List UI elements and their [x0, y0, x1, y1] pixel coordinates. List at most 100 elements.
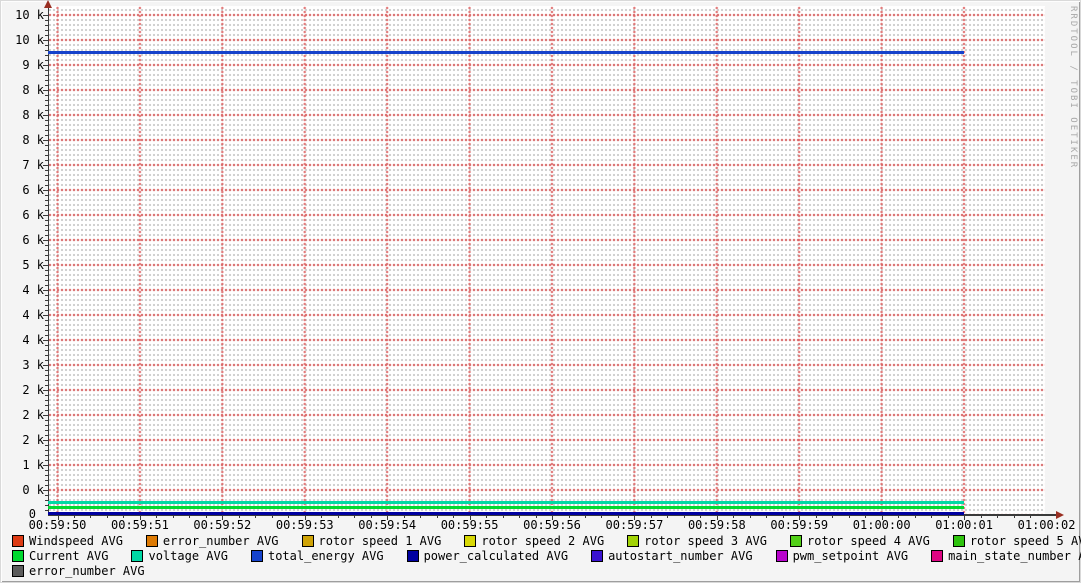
y-tick-mark — [43, 165, 48, 166]
y-tick-label: 2 k — [22, 408, 44, 422]
x-tick-mark — [799, 515, 801, 520]
x-tick-mark — [1030, 515, 1032, 518]
y-tick-mark — [43, 140, 48, 141]
legend-item: total_energy AVG — [250, 549, 384, 563]
y-tick-mark — [45, 235, 48, 236]
series-line-voltage-avg — [48, 501, 965, 504]
y-tick-mark — [45, 285, 48, 286]
rrdtool-graph: 10 k 10 k 9 k 8 k 8 k 8 k 7 k 6 k 6 k 6 k 5 k 4 k 4 … — [0, 0, 1081, 583]
x-tick-mark — [519, 515, 521, 518]
y-tick-mark — [43, 390, 48, 391]
x-tick-mark — [90, 515, 92, 518]
y-tick-label: 9 k — [22, 58, 44, 72]
legend-label: Windspeed AVG — [29, 534, 123, 548]
legend-swatch — [301, 535, 314, 547]
legend-label: power_calculated AVG — [423, 549, 569, 563]
legend-label: Current AVG — [29, 549, 109, 563]
x-tick-mark — [898, 515, 900, 518]
x-tick-mark — [848, 515, 850, 518]
x-tick-label: 00:59:55 — [440, 518, 499, 532]
y-tick-mark — [45, 410, 48, 411]
y-tick-mark — [43, 415, 48, 416]
y-tick-mark — [45, 30, 48, 31]
y-tick-mark — [43, 340, 48, 341]
y-tick-mark — [45, 70, 48, 71]
y-tick-mark — [45, 160, 48, 161]
y-tick-mark — [45, 450, 48, 451]
y-tick-mark — [45, 460, 48, 461]
x-tick-mark — [486, 515, 488, 518]
legend-swatch — [775, 550, 788, 562]
y-tick-mark — [43, 215, 48, 216]
legend-label: autostart_number AVG — [608, 549, 753, 563]
legend-swatch — [627, 535, 640, 547]
y-tick-mark — [45, 295, 48, 296]
y-tick-label: 4 k — [22, 333, 44, 347]
x-tick-mark — [189, 515, 191, 518]
legend-swatch — [145, 535, 158, 547]
x-tick-mark — [568, 515, 570, 518]
y-tick-mark — [45, 260, 48, 261]
legend-item: pwm_setpoint AVG — [775, 549, 908, 563]
y-tick-mark — [45, 370, 48, 371]
y-tick-mark — [45, 75, 48, 76]
x-tick-mark — [931, 515, 933, 518]
x-tick-mark — [980, 515, 982, 518]
x-tick-mark — [205, 515, 207, 518]
y-axis-arrow-icon — [44, 0, 52, 8]
y-tick-mark — [45, 195, 48, 196]
y-tick-mark — [45, 330, 48, 331]
y-tick-mark — [45, 145, 48, 146]
y-tick-mark — [45, 425, 48, 426]
x-tick-mark — [420, 515, 422, 518]
legend-swatch — [952, 535, 965, 547]
y-tick-mark — [45, 135, 48, 136]
x-tick-mark — [650, 515, 652, 518]
series-line-power_calculated-avg — [48, 511, 965, 515]
x-tick-mark — [865, 515, 867, 518]
y-tick-mark — [45, 485, 48, 486]
x-tick-mark — [552, 515, 554, 520]
y-tick-mark — [45, 350, 48, 351]
series-line-current-avg — [48, 506, 965, 509]
y-tick-label: 6 k — [22, 208, 44, 222]
y-tick-mark — [45, 125, 48, 126]
y-tick-mark — [45, 185, 48, 186]
y-tick-mark — [45, 310, 48, 311]
x-tick-mark — [222, 515, 224, 520]
y-tick-mark — [43, 490, 48, 491]
rrdtool-watermark: RRDTOOL / TOBI OETIKER — [1068, 6, 1078, 170]
y-tick-mark — [45, 335, 48, 336]
legend-row: Windspeed AVG error_number AVG rotor speed… — [12, 534, 1081, 548]
x-tick-mark — [57, 515, 59, 520]
x-tick-label: 00:59:58 — [687, 518, 746, 532]
y-tick-mark — [45, 495, 48, 496]
y-tick-mark — [45, 170, 48, 171]
x-tick-mark — [172, 515, 174, 518]
y-tick-mark — [45, 360, 48, 361]
y-tick-label: 1 k — [22, 458, 44, 472]
y-tick-mark — [43, 265, 48, 266]
x-tick-mark — [387, 515, 389, 520]
y-tick-mark — [45, 385, 48, 386]
y-tick-mark — [45, 325, 48, 326]
y-tick-label: 7 k — [22, 158, 44, 172]
x-tick-mark — [370, 515, 372, 518]
y-tick-mark — [45, 320, 48, 321]
x-tick-mark — [535, 515, 537, 518]
x-tick-mark — [716, 515, 718, 520]
y-tick-mark — [45, 430, 48, 431]
y-tick-mark — [43, 15, 48, 16]
x-tick-label: 00:59:56 — [523, 518, 581, 532]
x-tick-mark — [997, 515, 999, 518]
y-tick-mark — [45, 150, 48, 151]
y-tick-label: 8 k — [22, 83, 44, 97]
y-tick-mark — [45, 220, 48, 221]
y-tick-mark — [45, 180, 48, 181]
y-tick-mark — [45, 255, 48, 256]
y-axis-line — [48, 6, 49, 515]
y-tick-mark — [45, 210, 48, 211]
x-tick-mark — [139, 515, 141, 520]
x-tick-mark — [238, 515, 240, 518]
y-tick-mark — [43, 40, 48, 41]
